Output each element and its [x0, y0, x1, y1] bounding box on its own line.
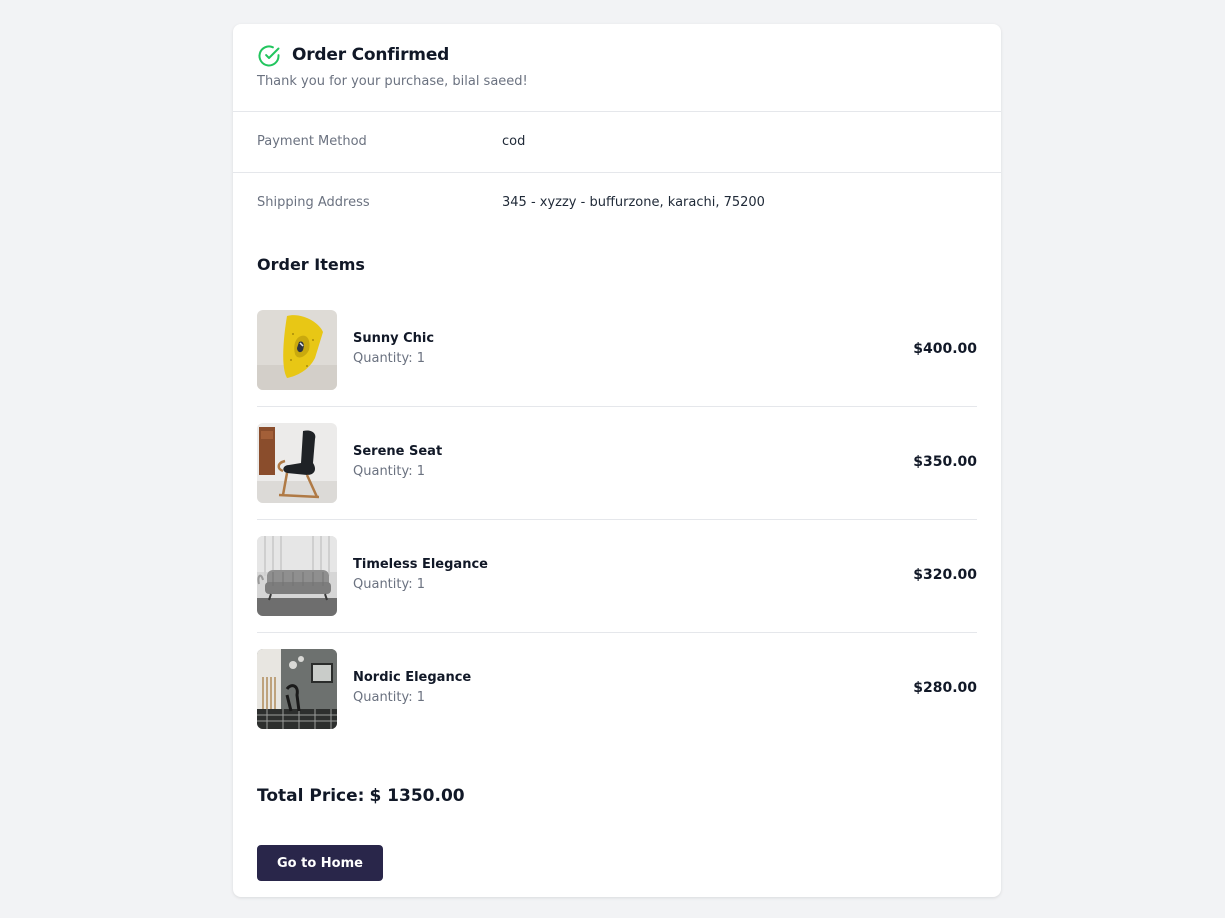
item-price: $320.00 — [913, 567, 977, 583]
shipping-address-value: 345 - xyzzy - buffurzone, karachi, 75200 — [502, 195, 765, 210]
order-header: Order Confirmed Thank you for your purch… — [233, 24, 1001, 112]
order-item: Nordic Elegance Quantity: 1 $280.00 — [257, 649, 977, 762]
item-name: Nordic Elegance — [353, 670, 472, 685]
product-image-timeless-elegance — [257, 536, 337, 616]
shipping-address-label: Shipping Address — [257, 195, 370, 210]
item-name: Serene Seat — [353, 444, 443, 459]
total-price-value: $ 1350.00 — [369, 786, 465, 806]
payment-method-value: cod — [502, 134, 526, 149]
thank-you-message: Thank you for your purchase, bilal saeed… — [257, 74, 528, 89]
item-divider — [257, 632, 977, 633]
page-title: Order Confirmed — [292, 45, 450, 65]
item-divider — [257, 406, 977, 407]
product-image-sunny-chic — [257, 310, 337, 390]
order-item: Serene Seat Quantity: 1 $350.00 — [257, 423, 977, 536]
item-price: $350.00 — [913, 454, 977, 470]
shipping-address-row: Shipping Address 345 - xyzzy - buffurzon… — [233, 173, 1001, 234]
total-price-label: Total Price: — [257, 786, 365, 806]
payment-method-row: Payment Method cod — [233, 112, 1001, 173]
check-circle-icon — [258, 45, 280, 67]
item-divider — [257, 519, 977, 520]
item-quantity: Quantity: 1 — [353, 351, 426, 366]
go-to-home-button[interactable]: Go to Home — [257, 845, 383, 881]
total-price: Total Price: $ 1350.00 — [257, 786, 465, 806]
order-items-heading: Order Items — [257, 255, 365, 274]
order-confirmation-card: Order Confirmed Thank you for your purch… — [233, 24, 1001, 897]
item-price: $400.00 — [913, 341, 977, 357]
item-price: $280.00 — [913, 680, 977, 696]
item-quantity: Quantity: 1 — [353, 690, 426, 705]
product-image-nordic-elegance — [257, 649, 337, 729]
product-image-serene-seat — [257, 423, 337, 503]
item-name: Sunny Chic — [353, 331, 435, 346]
order-item: Timeless Elegance Quantity: 1 $320.00 — [257, 536, 977, 649]
item-name: Timeless Elegance — [353, 557, 488, 572]
order-item: Sunny Chic Quantity: 1 $400.00 — [257, 310, 977, 423]
item-quantity: Quantity: 1 — [353, 577, 426, 592]
payment-method-label: Payment Method — [257, 134, 367, 149]
item-quantity: Quantity: 1 — [353, 464, 426, 479]
